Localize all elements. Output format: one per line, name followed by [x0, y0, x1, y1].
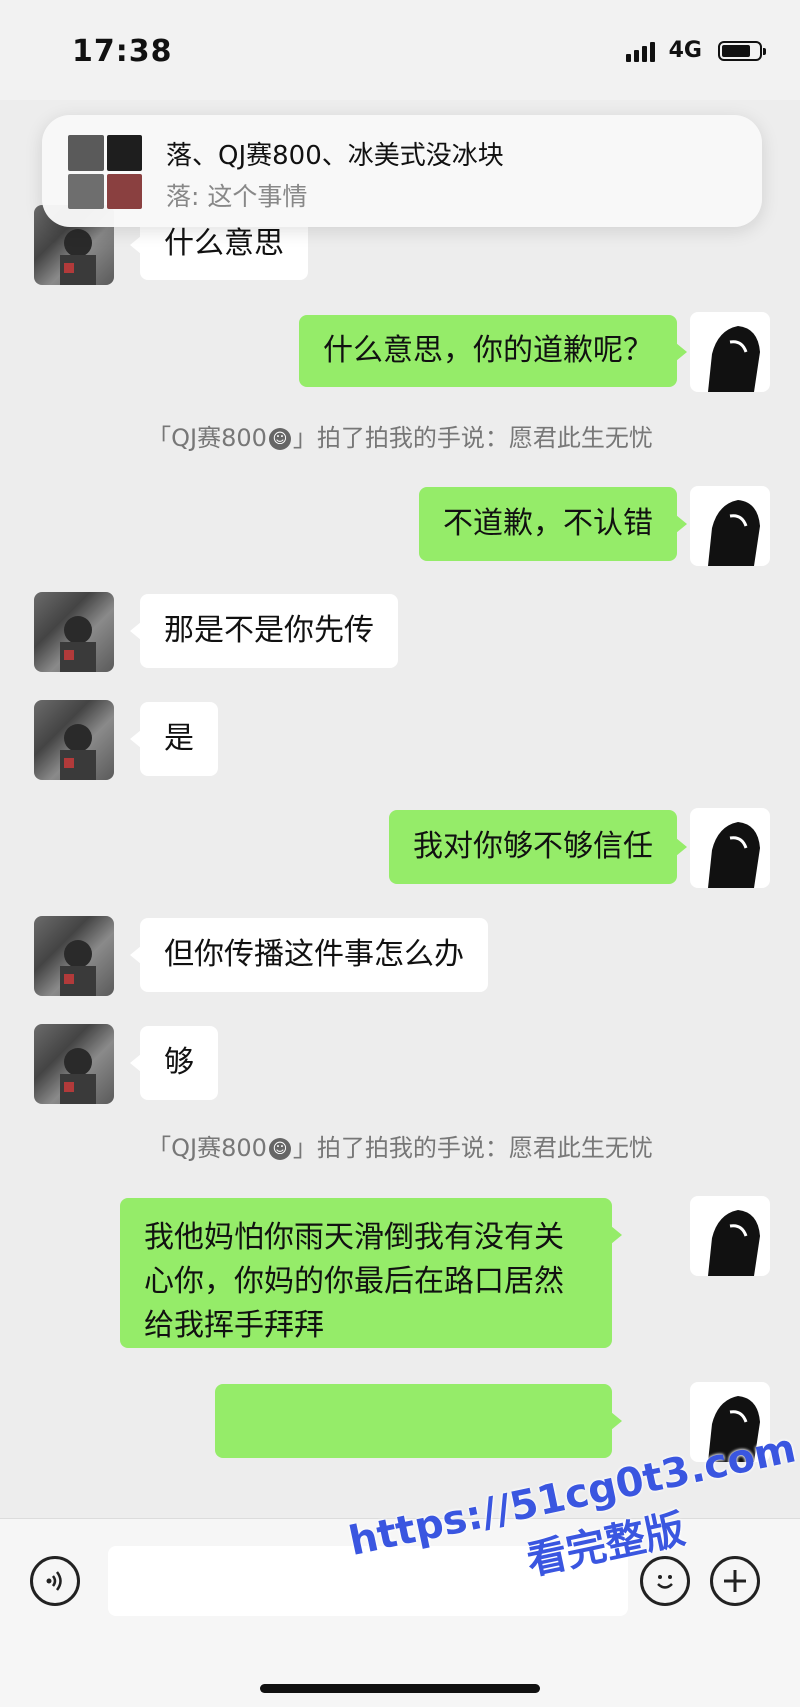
system-message-post: 」拍了拍我的手说：愿君此生无忧 [292, 1134, 653, 1162]
network-type: 4G [668, 38, 702, 63]
avatar-image [60, 940, 96, 996]
message-bubble[interactable]: 我对你够不够信任 [389, 810, 687, 884]
contact-avatar[interactable] [34, 700, 114, 780]
status-time: 17:38 [72, 34, 173, 69]
voice-button[interactable] [30, 1556, 80, 1606]
smile-emoji-icon: ☺ [268, 428, 291, 450]
avatar-image [60, 724, 96, 780]
battery-icon [718, 40, 766, 61]
my-avatar[interactable] [690, 486, 770, 566]
system-message-pre: 「QJ赛800 [147, 1134, 267, 1162]
avatar-image [60, 616, 96, 672]
avatar-image [708, 500, 760, 566]
message-bubble[interactable]: 够 [130, 1026, 218, 1100]
home-indicator [260, 1684, 540, 1693]
notification-preview: 落: 这个事情 [166, 182, 308, 211]
message-bubble[interactable]: 什么意思，你的道歉呢？ [299, 315, 687, 387]
system-message-post: 」拍了拍我的手说：愿君此生无忧 [292, 424, 653, 452]
message-bubble[interactable] [215, 1384, 622, 1458]
emoji-icon [657, 1575, 673, 1589]
plus-button[interactable] [710, 1556, 760, 1606]
message-bubble[interactable]: 我他妈怕你雨天滑倒我有没有关心你，你妈的你最后在路口居然给我挥手拜拜 [120, 1198, 622, 1348]
system-message: 「QJ赛800 ☺ 」拍了拍我的手说：愿君此生无忧 [0, 418, 800, 453]
chat-screen: 17:38 4G 什么意思 什么意思，你的道歉呢？ 「QJ赛800 ☺ 」拍了拍… [0, 0, 800, 1707]
message-bubble[interactable]: 那是不是你先传 [130, 594, 398, 668]
avatar-image [60, 1048, 96, 1104]
avatar-image [708, 326, 760, 392]
my-avatar[interactable] [690, 312, 770, 392]
message-bubble[interactable]: 是 [130, 702, 218, 776]
message-bubble[interactable]: 但你传播这件事怎么办 [130, 918, 488, 992]
plus-icon [724, 1570, 746, 1592]
contact-avatar[interactable] [34, 916, 114, 996]
group-avatar [68, 135, 142, 209]
avatar-image [708, 1210, 760, 1276]
notification-title: 落、QJ赛800、冰美式没冰块 [166, 141, 504, 171]
avatar-image [708, 822, 760, 888]
status-bar: 17:38 4G [0, 0, 800, 100]
my-avatar[interactable] [690, 1196, 770, 1276]
emoji-button[interactable] [640, 1556, 690, 1606]
system-message: 「QJ赛800 ☺ 」拍了拍我的手说：愿君此生无忧 [0, 1128, 800, 1163]
system-message-pre: 「QJ赛800 [147, 424, 267, 452]
status-indicators: 4G [625, 38, 766, 63]
smile-emoji-icon: ☺ [268, 1138, 291, 1160]
message-bubble[interactable]: 不道歉，不认错 [419, 487, 687, 561]
contact-avatar[interactable] [34, 592, 114, 672]
notification-banner[interactable]: 落、QJ赛800、冰美式没冰块 落: 这个事情 [42, 115, 762, 227]
my-avatar[interactable] [690, 808, 770, 888]
contact-avatar[interactable] [34, 1024, 114, 1104]
voice-icon [46, 1571, 62, 1591]
signal-icon [625, 40, 655, 62]
